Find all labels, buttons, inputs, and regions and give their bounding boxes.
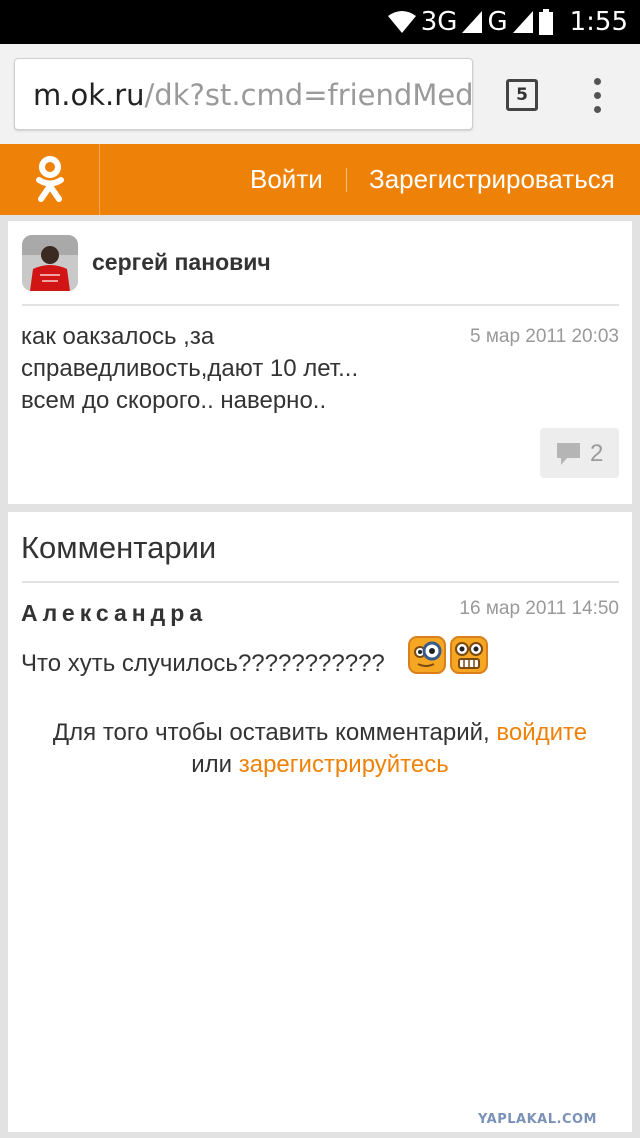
comments-title: Комментарии <box>21 530 217 565</box>
odnoklassniki-logo-icon <box>36 156 64 202</box>
wifi-icon <box>387 11 416 33</box>
comments-card: Комментарии Александра 16 мар 2011 14:50… <box>8 512 632 1132</box>
signal-icon <box>462 11 483 33</box>
url-bar[interactable]: m.ok.ru/dk?st.cmd=friendMedia <box>14 58 473 130</box>
url-path: /dk?st.cmd=friendMedia <box>144 78 473 112</box>
comment-count: 2 <box>590 440 604 467</box>
comment-text: Что хуть случилось??????????? <box>21 650 385 677</box>
signal-icon <box>512 11 533 33</box>
post-text-line: как оакзалось ,за <box>21 323 215 350</box>
prompt-register-link[interactable]: зарегистрируйтесь <box>239 751 449 778</box>
register-link[interactable]: Зарегистрироваться <box>369 144 615 215</box>
post-date: 5 мар 2011 20:03 <box>469 326 619 347</box>
post-text-line: справедливость,дают 10 лет... <box>21 355 359 382</box>
status-icons: 3G G 1:55 <box>387 0 628 44</box>
status-bar: 3G G 1:55 <box>0 0 640 44</box>
url-host: m.ok.ru <box>33 78 145 112</box>
comment-login-prompt: Для того чтобы оставить комментарий, вой… <box>8 717 632 781</box>
comment-author-name[interactable]: Александра <box>21 600 207 627</box>
post-card: сергей панович как оакзалось ,за справед… <box>8 221 632 504</box>
post-author-name[interactable]: сергей панович <box>92 249 271 276</box>
prompt-login-link[interactable]: войдите <box>496 719 587 746</box>
comments-button[interactable]: 2 <box>540 428 619 478</box>
prompt-text-or: или <box>191 751 233 778</box>
browser-toolbar: m.ok.ru/dk?st.cmd=friendMedia 5 <box>0 44 640 144</box>
smiley-grin-icon <box>450 636 488 674</box>
login-link[interactable]: Войти <box>250 144 323 215</box>
avatar[interactable] <box>22 235 78 291</box>
tabs-icon[interactable]: 5 <box>506 79 538 111</box>
prompt-text: Для того чтобы оставить комментарий, <box>52 719 490 746</box>
post-text: как оакзалось ,за справедливость,дают 10… <box>21 321 441 417</box>
comment-bubble-icon <box>557 443 580 465</box>
logo-button[interactable] <box>0 144 100 215</box>
comment-date: 16 мар 2011 14:50 <box>459 598 619 619</box>
network-type-label-2: G <box>487 7 508 37</box>
battery-icon <box>538 9 553 35</box>
overflow-menu-icon[interactable] <box>590 78 606 114</box>
post-text-line: всем до скорого.. наверно.. <box>21 387 327 414</box>
site-header: Войти Зарегистрироваться <box>0 144 640 215</box>
network-type-label: 3G <box>420 7 458 37</box>
smiley-magnifier-icon <box>408 636 446 674</box>
divider <box>22 581 619 583</box>
header-separator <box>346 168 347 192</box>
clock: 1:55 <box>569 7 628 37</box>
watermark: YAPLAKAL.COM <box>478 1112 597 1127</box>
divider <box>22 304 619 306</box>
